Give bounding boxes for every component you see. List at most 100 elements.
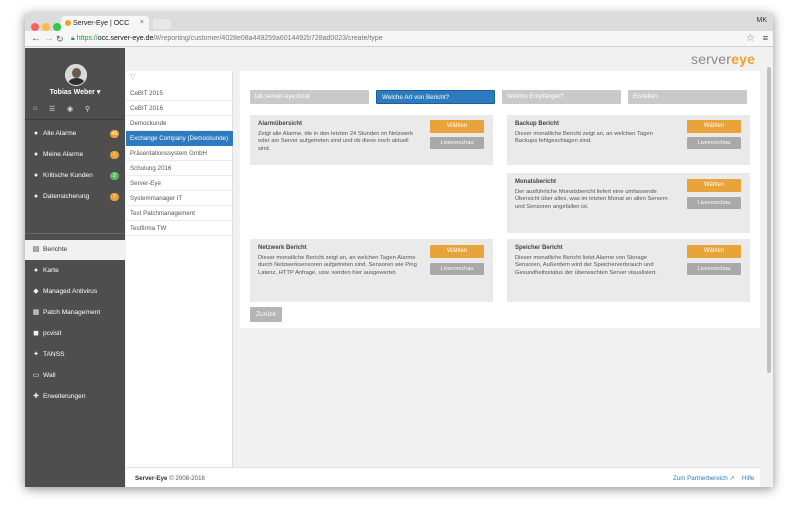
maximize-window-button[interactable] bbox=[53, 23, 61, 31]
browser-tab[interactable]: Server-Eye | OCC × bbox=[61, 16, 149, 31]
report-description: Dieser monatliche Bericht zeigt an, an w… bbox=[515, 131, 653, 145]
sidebar-item-label: Managed Antivirus bbox=[43, 288, 98, 295]
live-preview-button[interactable]: Livevorschau bbox=[687, 137, 741, 149]
report-title: Alarmübersicht bbox=[258, 121, 303, 127]
wizard-step-report-type[interactable]: Welche Art von Bericht? bbox=[376, 90, 495, 104]
map-pin-icon: ● bbox=[33, 267, 39, 274]
search-icon[interactable]: ⚲ bbox=[85, 105, 90, 113]
sidebar-item-pcvisit[interactable]: ◼ pcvisit bbox=[25, 324, 125, 344]
live-preview-button[interactable]: Livevorschau bbox=[687, 197, 741, 209]
choose-button[interactable]: Wählen bbox=[687, 179, 741, 192]
sidebar-item-alle-alarme[interactable]: ● Alle Alarme 46 bbox=[25, 124, 125, 144]
plus-icon: ✚ bbox=[33, 393, 39, 400]
list-icon[interactable]: ☰ bbox=[49, 105, 55, 113]
wall-icon: ▭ bbox=[32, 372, 40, 379]
sidebar-item-datensicherung[interactable]: ● Datensicherung ! bbox=[25, 187, 125, 207]
help-link[interactable]: Hilfe bbox=[742, 475, 754, 482]
report-description: Zeigt alle Alarme, die in den letzten 24… bbox=[258, 131, 413, 152]
profile-label[interactable]: MK bbox=[757, 17, 768, 24]
remote-icon: ◼ bbox=[33, 330, 39, 337]
eye-icon[interactable]: ◉ bbox=[67, 105, 73, 113]
sidebar-item-label: Wall bbox=[43, 372, 56, 379]
choose-button[interactable]: Wählen bbox=[687, 120, 741, 133]
choose-button[interactable]: Wählen bbox=[430, 245, 484, 258]
wizard-step-create[interactable]: Erstellen bbox=[628, 90, 747, 104]
list-item[interactable]: Test Patchmanagement bbox=[126, 206, 233, 221]
report-card-backup: Backup Bericht Dieser monatliche Bericht… bbox=[507, 115, 750, 165]
list-item[interactable]: Schulung 2016 bbox=[126, 161, 233, 176]
home-icon[interactable]: ⌂ bbox=[33, 105, 37, 112]
user-menu[interactable]: Tobias Weber ▾ bbox=[25, 88, 125, 96]
sidebar-item-tanss[interactable]: ✦ TANSS bbox=[25, 345, 125, 365]
sidebar-item-wall[interactable]: ▭ Wall bbox=[25, 366, 125, 386]
partner-area-link[interactable]: Zum Partnerbereich ↗ bbox=[673, 475, 735, 482]
dot-icon: ● bbox=[33, 151, 39, 158]
close-window-button[interactable] bbox=[31, 23, 39, 31]
report-description: Der ausführliche Monatsbericht liefert e… bbox=[515, 189, 668, 210]
new-tab-button[interactable] bbox=[153, 19, 171, 29]
choose-button[interactable]: Wählen bbox=[687, 245, 741, 258]
sidebar-item-label: TANSS bbox=[43, 351, 65, 358]
report-wizard-panel: lab.server-eye.local Welche Art von Beri… bbox=[240, 71, 760, 328]
list-item[interactable]: CeBIT 2015 bbox=[126, 86, 233, 101]
tab-title: Server-Eye | OCC bbox=[73, 20, 130, 27]
minimize-window-button[interactable] bbox=[42, 23, 50, 31]
list-item[interactable]: Systemmanager IT bbox=[126, 191, 233, 206]
back-arrow-icon[interactable]: ← bbox=[31, 33, 41, 45]
ticket-icon: ✦ bbox=[33, 351, 39, 358]
report-card-monatsbericht: Monatsbericht Der ausführliche Monatsber… bbox=[507, 173, 750, 233]
shield-icon: ◆ bbox=[33, 288, 39, 295]
alarm-count-badge: 46 bbox=[110, 130, 119, 138]
tab-bar: Server-Eye | OCC × MK bbox=[25, 13, 773, 31]
chart-icon: ▤ bbox=[32, 246, 40, 253]
live-preview-button[interactable]: Livevorschau bbox=[430, 263, 484, 275]
live-preview-button[interactable]: Livevorschau bbox=[430, 137, 484, 149]
backup-badge: ! bbox=[110, 193, 119, 201]
report-card-speicher: Speicher Bericht Dieser monatliche Beric… bbox=[507, 239, 750, 302]
page-scrollbar[interactable] bbox=[767, 67, 771, 373]
list-item[interactable]: Server-Eye bbox=[126, 176, 233, 191]
sidebar-item-label: Kritische Kunden bbox=[43, 172, 93, 179]
avatar[interactable] bbox=[65, 64, 87, 86]
sidebar-item-managed-antivirus[interactable]: ◆ Managed Antivirus bbox=[25, 282, 125, 302]
page-footer: Server-Eye © 2008-2016 Zum Partnerbereic… bbox=[126, 467, 760, 487]
list-item[interactable]: CeBIT 2016 bbox=[126, 101, 233, 116]
report-title: Speicher Bericht bbox=[515, 245, 563, 251]
url-bar[interactable]: 🔒︎ https://occ.server-eye.de/#/reporting… bbox=[69, 33, 757, 45]
wizard-step-customer[interactable]: lab.server-eye.local bbox=[250, 90, 369, 104]
sidebar-item-kritische-kunden[interactable]: ● Kritische Kunden 2 bbox=[25, 166, 125, 186]
filter-icon[interactable]: ▽ bbox=[130, 73, 135, 81]
back-button[interactable]: Zurück bbox=[250, 307, 282, 322]
sidebar-item-label: Patch Management bbox=[43, 309, 101, 316]
browser-menu-icon[interactable]: ≡ bbox=[763, 33, 768, 43]
lock-icon: 🔒︎ bbox=[71, 35, 75, 42]
close-tab-icon[interactable]: × bbox=[140, 19, 144, 26]
footer-brand: Server-Eye bbox=[135, 475, 168, 482]
forward-arrow-icon[interactable]: → bbox=[44, 33, 54, 45]
sidebar-item-label: Datensicherung bbox=[43, 193, 90, 200]
wizard-step-recipients[interactable]: Welche Empfänger? bbox=[502, 90, 621, 104]
reload-icon[interactable]: ↻ bbox=[56, 33, 64, 45]
url-scheme: https:// bbox=[76, 35, 98, 42]
live-preview-button[interactable]: Livevorschau bbox=[687, 263, 741, 275]
server-eye-logo: servereye bbox=[691, 51, 755, 67]
sidebar-item-label: Erweiterungen bbox=[43, 393, 86, 400]
report-description: Dieser monatliche Bericht listet Alarme … bbox=[515, 255, 657, 276]
sidebar-item-label: Karte bbox=[43, 267, 59, 274]
logo-accent-text: eye bbox=[731, 51, 756, 67]
list-item[interactable]: Testfirma TW bbox=[126, 221, 233, 236]
sidebar-item-berichte[interactable]: ▤ Berichte bbox=[25, 240, 125, 260]
report-title: Netzwerk Bericht bbox=[258, 245, 307, 251]
list-item[interactable]: Demockunde bbox=[126, 116, 233, 131]
sidebar-item-erweiterungen[interactable]: ✚ Erweiterungen bbox=[25, 387, 125, 407]
footer-copyright-text: © 2008-2016 bbox=[169, 475, 205, 482]
list-item-selected[interactable]: Exchange Company (Demockunde) bbox=[126, 131, 233, 146]
list-item[interactable]: Präsentationssystem GmbH bbox=[126, 146, 233, 161]
url-host: occ.server-eye.de bbox=[97, 35, 154, 42]
bookmark-star-icon[interactable]: ☆ bbox=[746, 33, 755, 44]
sidebar-item-patch-management[interactable]: ▦ Patch Management bbox=[25, 303, 125, 323]
url-path: /#/reporting/customer/4028e08a449259a601… bbox=[153, 35, 383, 42]
choose-button[interactable]: Wählen bbox=[430, 120, 484, 133]
sidebar-item-karte[interactable]: ● Karte bbox=[25, 261, 125, 281]
sidebar-item-meine-alarme[interactable]: ● Meine Alarme ! bbox=[25, 145, 125, 165]
